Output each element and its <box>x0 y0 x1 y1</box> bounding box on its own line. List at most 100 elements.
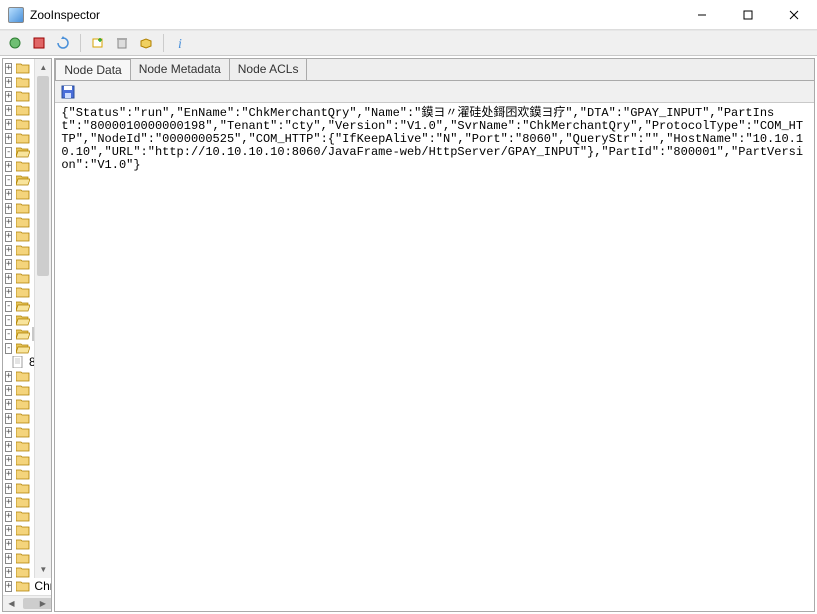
toolbar-separator <box>80 34 81 52</box>
folder-closed-icon <box>16 482 30 494</box>
expand-icon[interactable]: + <box>5 231 12 242</box>
app-icon <box>8 7 24 23</box>
folder-closed-icon <box>16 216 30 228</box>
folder-open-icon <box>16 300 30 312</box>
expand-icon[interactable]: + <box>5 553 12 564</box>
save-node-data-button[interactable] <box>59 83 77 101</box>
node-data-content[interactable]: {"Status":"run","EnName":"ChkMerchantQry… <box>55 103 814 611</box>
expand-icon[interactable]: + <box>5 567 12 578</box>
tab-node-metadata[interactable]: Node Metadata <box>131 59 230 80</box>
expand-icon[interactable]: + <box>5 287 12 298</box>
scrollbar-thumb[interactable] <box>37 76 49 276</box>
folder-closed-icon <box>16 104 30 116</box>
expand-icon[interactable]: + <box>5 483 12 494</box>
folder-closed-icon <box>16 468 30 480</box>
titlebar: ZooInspector <box>0 0 817 30</box>
collapse-icon[interactable]: - <box>5 301 12 312</box>
tree-horizontal-scrollbar[interactable]: ◀ ▶ <box>3 595 51 611</box>
about-button[interactable]: i <box>172 34 190 52</box>
detail-pane: Node Data Node Metadata Node ACLs {"Stat… <box>54 58 815 612</box>
folder-open-icon <box>16 314 30 326</box>
scroll-up-arrow[interactable]: ▲ <box>35 59 51 76</box>
window-title: ZooInspector <box>30 8 100 22</box>
folder-open-icon <box>16 174 30 186</box>
folder-open-icon <box>16 342 30 354</box>
expand-icon[interactable]: + <box>5 539 12 550</box>
minimize-button[interactable] <box>679 0 725 30</box>
expand-icon[interactable]: + <box>5 217 12 228</box>
expand-icon[interactable]: + <box>5 245 12 256</box>
expand-icon[interactable]: + <box>5 511 12 522</box>
expand-icon[interactable]: + <box>5 273 12 284</box>
disconnect-button[interactable] <box>30 34 48 52</box>
expand-icon[interactable]: + <box>5 469 12 480</box>
folder-closed-icon <box>16 258 30 270</box>
svg-text:i: i <box>178 37 182 50</box>
folder-closed-icon <box>16 580 30 592</box>
expand-icon[interactable]: + <box>5 385 12 396</box>
folder-closed-icon <box>16 160 30 172</box>
expand-icon[interactable]: + <box>5 119 12 130</box>
expand-icon[interactable]: + <box>5 413 12 424</box>
close-button[interactable] <box>771 0 817 30</box>
expand-icon[interactable]: + <box>5 427 12 438</box>
expand-icon[interactable]: + <box>5 259 12 270</box>
tree-node-label[interactable]: ChnlMag <box>32 579 51 593</box>
maximize-button[interactable] <box>725 0 771 30</box>
main-area: +PartInst+Services+Agent+Task+Monitor+zo… <box>0 56 817 614</box>
folder-closed-icon <box>16 384 30 396</box>
folder-closed-icon <box>16 118 30 130</box>
folder-closed-icon <box>16 76 30 88</box>
folder-closed-icon <box>16 132 30 144</box>
connect-button[interactable] <box>6 34 24 52</box>
tree-node[interactable]: + ChnlMag <box>5 579 51 593</box>
tree-scroll-area[interactable]: +PartInst+Services+Agent+Task+Monitor+zo… <box>3 59 51 595</box>
watch-button[interactable] <box>137 34 155 52</box>
scroll-left-arrow[interactable]: ◀ <box>3 596 20 611</box>
expand-icon[interactable]: + <box>5 77 12 88</box>
scroll-right-arrow[interactable]: ▶ <box>34 596 51 611</box>
expand-icon[interactable]: + <box>5 161 12 172</box>
collapse-icon[interactable]: - <box>5 315 12 326</box>
tree-vertical-scrollbar[interactable]: ▲ ▼ <box>34 59 51 578</box>
expand-icon[interactable]: + <box>5 581 12 592</box>
expand-icon[interactable]: + <box>5 189 12 200</box>
folder-closed-icon <box>16 566 30 578</box>
folder-closed-icon <box>16 202 30 214</box>
folder-closed-icon <box>16 90 30 102</box>
expand-icon[interactable]: + <box>5 91 12 102</box>
folder-closed-icon <box>16 496 30 508</box>
collapse-icon[interactable]: - <box>5 147 12 158</box>
folder-closed-icon <box>16 552 30 564</box>
scroll-down-arrow[interactable]: ▼ <box>35 561 51 578</box>
collapse-icon[interactable]: - <box>5 343 12 354</box>
collapse-icon[interactable]: - <box>5 175 12 186</box>
document-icon <box>11 356 25 368</box>
folder-closed-icon <box>16 272 30 284</box>
tab-node-data[interactable]: Node Data <box>55 59 130 80</box>
tree-pane: +PartInst+Services+Agent+Task+Monitor+zo… <box>2 58 52 612</box>
expand-icon[interactable]: + <box>5 203 12 214</box>
folder-closed-icon <box>16 286 30 298</box>
expand-icon[interactable]: + <box>5 133 12 144</box>
folder-closed-icon <box>16 454 30 466</box>
refresh-button[interactable] <box>54 34 72 52</box>
expand-icon[interactable]: + <box>5 455 12 466</box>
expand-icon[interactable]: + <box>5 63 12 74</box>
expand-icon[interactable]: + <box>5 371 12 382</box>
expand-icon[interactable]: + <box>5 399 12 410</box>
folder-open-icon <box>16 146 30 158</box>
folder-closed-icon <box>16 62 30 74</box>
collapse-icon[interactable]: - <box>5 329 12 340</box>
tab-node-acls[interactable]: Node ACLs <box>230 59 308 80</box>
expand-icon[interactable]: + <box>5 105 12 116</box>
expand-icon[interactable]: + <box>5 441 12 452</box>
folder-closed-icon <box>16 510 30 522</box>
detail-tabs: Node Data Node Metadata Node ACLs <box>55 59 814 81</box>
folder-closed-icon <box>16 412 30 424</box>
folder-open-icon <box>16 328 30 340</box>
delete-node-button[interactable] <box>113 34 131 52</box>
expand-icon[interactable]: + <box>5 525 12 536</box>
add-node-button[interactable] <box>89 34 107 52</box>
expand-icon[interactable]: + <box>5 497 12 508</box>
